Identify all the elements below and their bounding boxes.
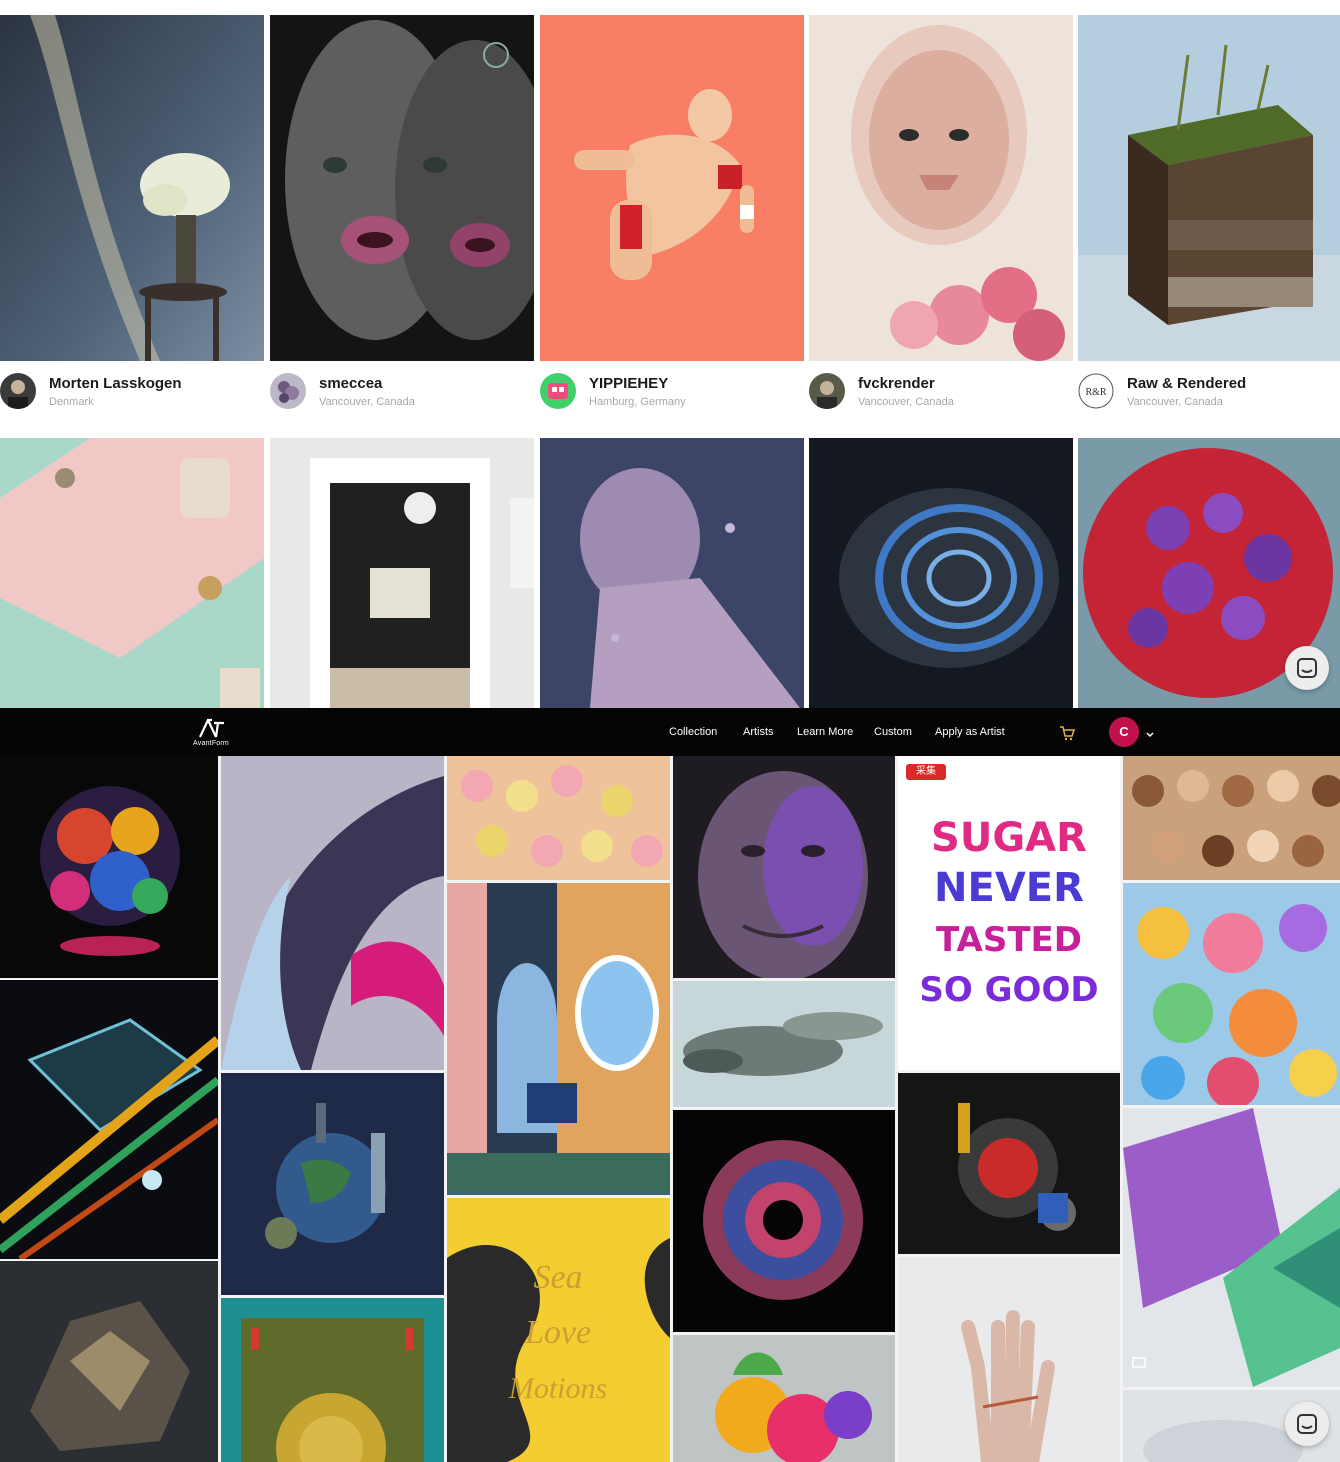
avatar-text: R&R [1085, 387, 1106, 398]
artist-avatar[interactable] [540, 373, 576, 409]
artist-location: Denmark [49, 396, 94, 408]
artwork-preview[interactable] [270, 438, 534, 708]
artwork-tile[interactable] [898, 1257, 1120, 1462]
artist-location: Vancouver, Canada [319, 396, 415, 408]
artist-name[interactable]: smeccea [319, 375, 382, 392]
nav-collection[interactable]: Collection [669, 726, 717, 738]
chat-icon [1297, 658, 1317, 678]
artwork-tile[interactable] [673, 756, 895, 978]
nav-artists[interactable]: Artists [743, 726, 774, 738]
artwork-image[interactable] [809, 15, 1073, 361]
artwork-image[interactable] [0, 15, 264, 361]
artwork-tile[interactable] [1123, 756, 1340, 880]
ribbon-text-line: Love [524, 1314, 591, 1351]
artist-avatar[interactable] [809, 373, 845, 409]
artwork-tile[interactable] [447, 883, 670, 1195]
artwork-tile[interactable]: SUGAR NEVER TASTED SO GOOD [898, 756, 1120, 1070]
chat-icon [1297, 1414, 1317, 1434]
artist-avatar[interactable] [270, 373, 306, 409]
logo-mark-icon [199, 718, 224, 738]
artwork-tile[interactable] [221, 1073, 444, 1295]
sugar-text-line: SUGAR [931, 815, 1087, 861]
artist-avatar[interactable] [0, 373, 36, 409]
artist-name[interactable]: Morten Lasskogen [49, 375, 182, 392]
ribbon-text-line: Sea [533, 1259, 582, 1296]
sugar-text-line: NEVER [934, 865, 1084, 911]
artwork-tile[interactable] [673, 1110, 895, 1332]
artwork-tile[interactable] [0, 756, 218, 978]
sugar-text-line: SO GOOD [919, 970, 1098, 1010]
ribbon-text-line: Motions [508, 1372, 607, 1405]
artwork-image[interactable] [1078, 15, 1340, 361]
artist-location: Hamburg, Germany [589, 396, 686, 408]
collect-badge[interactable]: 采集 [906, 764, 946, 780]
chat-widget-button[interactable] [1285, 1402, 1329, 1446]
artist-name[interactable]: YIPPIEHEY [589, 375, 668, 392]
site-header: AvantForm Collection Artists Learn More … [0, 708, 1340, 756]
artwork-gallery: Sea Love Motions SUGAR NEVER TASTED SO GOO… [0, 756, 1340, 1462]
artist-avatar[interactable]: R&R [1078, 373, 1114, 409]
avantform-logo[interactable]: AvantForm [186, 717, 236, 749]
artwork-tile[interactable] [221, 756, 444, 1070]
artist-location: Vancouver, Canada [1127, 396, 1223, 408]
artist-grid: Morten Lasskogen Denmark smeccea Vancouv… [0, 0, 1340, 708]
logo-text: AvantForm [193, 740, 229, 747]
artwork-preview[interactable] [0, 438, 264, 708]
artwork-tile[interactable] [447, 756, 670, 880]
artwork-tile[interactable] [673, 981, 895, 1107]
artwork-tile[interactable] [898, 1073, 1120, 1254]
artist-name[interactable]: fvckrender [858, 375, 935, 392]
artwork-tile[interactable] [0, 980, 218, 1259]
artist-name[interactable]: Raw & Rendered [1127, 375, 1246, 392]
artwork-tile[interactable] [221, 1298, 444, 1462]
artwork-preview[interactable] [540, 438, 804, 708]
chat-widget-button[interactable] [1285, 646, 1329, 690]
artwork-tile[interactable] [1123, 883, 1340, 1105]
artwork-image[interactable] [540, 15, 804, 361]
artwork-tile[interactable] [0, 1261, 218, 1462]
cart-icon [1060, 726, 1076, 741]
nav-custom[interactable]: Custom [874, 726, 912, 738]
sugar-text-line: TASTED [936, 920, 1082, 960]
artwork-tile[interactable] [673, 1335, 895, 1462]
artwork-preview[interactable] [809, 438, 1073, 708]
artwork-image[interactable] [270, 15, 534, 361]
artist-location: Vancouver, Canada [858, 396, 954, 408]
artwork-tile[interactable]: Sea Love Motions [447, 1198, 670, 1462]
nav-apply-as-artist[interactable]: Apply as Artist [935, 726, 1005, 738]
artwork-tile[interactable] [1123, 1108, 1340, 1387]
nav-learn-more[interactable]: Learn More [797, 726, 853, 738]
account-menu-toggle[interactable] [1145, 727, 1155, 738]
chevron-down-icon [1146, 732, 1154, 738]
cart-button[interactable] [1059, 725, 1076, 741]
user-avatar-button[interactable]: C [1109, 717, 1139, 747]
